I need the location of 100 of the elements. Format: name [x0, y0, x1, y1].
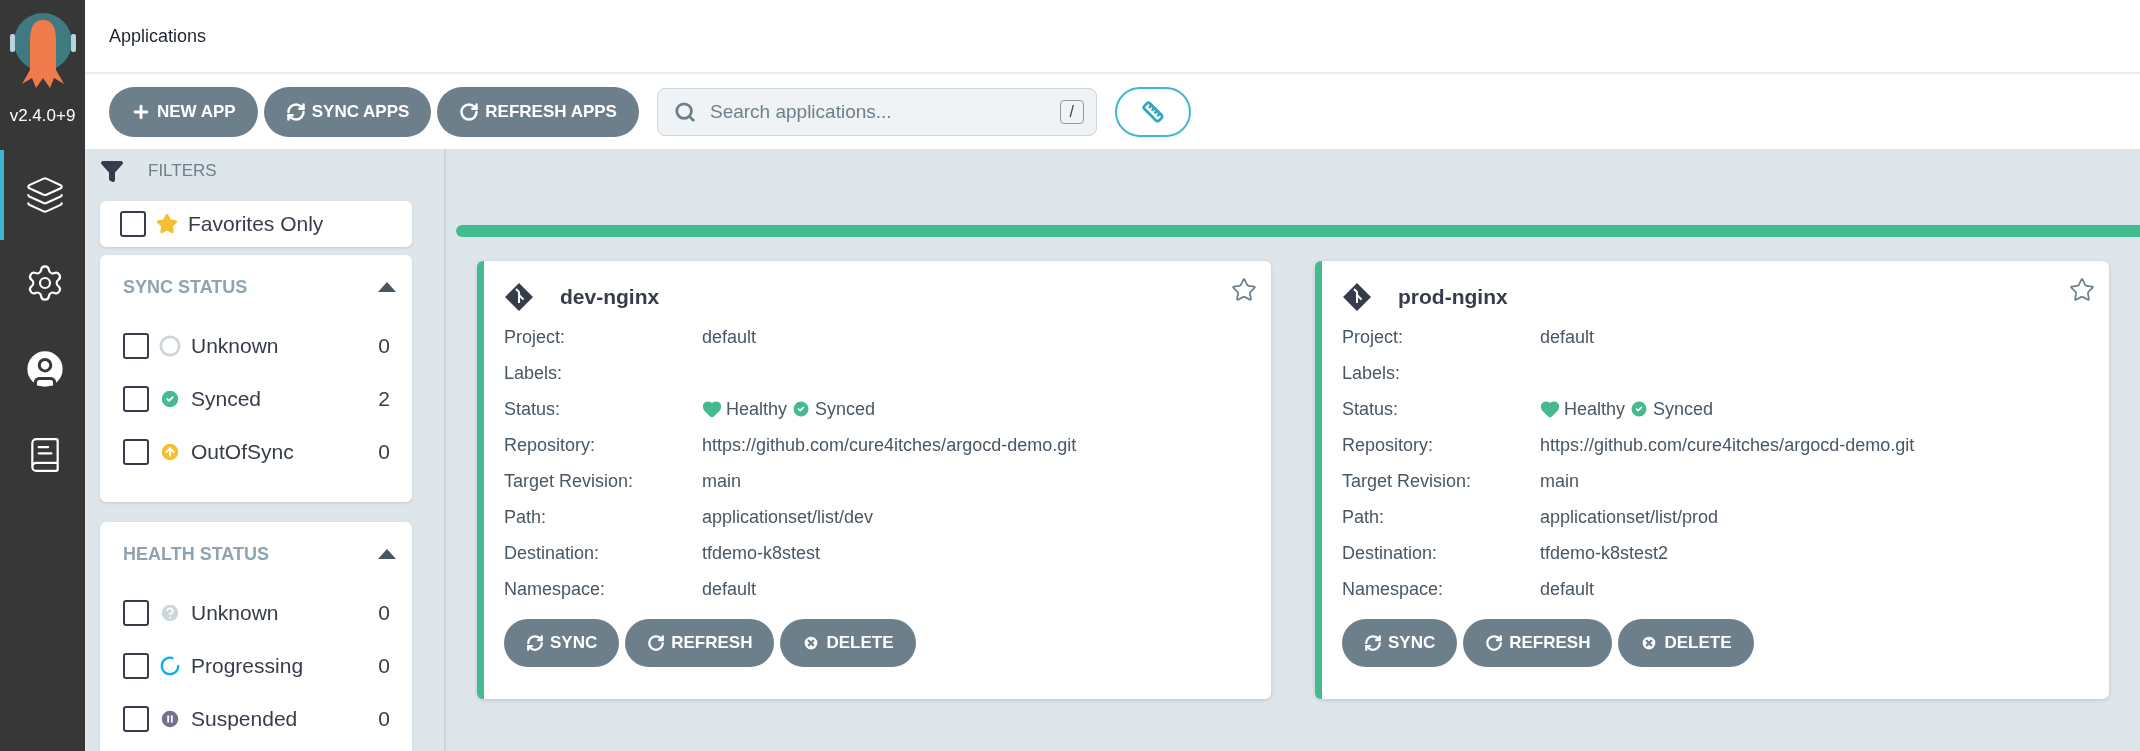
close-circle-icon: [1640, 634, 1659, 652]
collapse-caret-icon[interactable]: [378, 282, 396, 292]
field-value: default: [1540, 578, 1596, 600]
count-label: 0: [378, 439, 390, 464]
card-action-button[interactable]: SYNC: [504, 619, 620, 667]
field-label: Target Revision:: [1342, 470, 1473, 492]
heart-icon: [702, 399, 722, 419]
field-label: Target Revision:: [504, 470, 635, 492]
check-circle-icon: [159, 387, 181, 410]
toolbar-button[interactable]: SYNC APPS: [263, 86, 432, 137]
filters-heading: FILTERS: [148, 161, 217, 181]
app-card[interactable]: [477, 261, 1271, 699]
card-action-button[interactable]: DELETE: [780, 619, 916, 667]
checkbox[interactable]: [123, 705, 149, 732]
checkbox[interactable]: [123, 385, 149, 412]
card-action-button[interactable]: REFRESH: [1463, 619, 1613, 667]
field-label: Path:: [504, 506, 548, 528]
health-status: Healthy: [1564, 398, 1626, 420]
app-card[interactable]: [1315, 261, 2109, 699]
close-circle-icon: [802, 634, 821, 652]
ruler-icon: [1141, 100, 1164, 123]
count-label: 0: [378, 706, 390, 731]
search-box[interactable]: Search applications... /: [656, 87, 1097, 136]
count-label: 2: [378, 386, 390, 411]
count-label: 0: [378, 600, 390, 625]
checkbox[interactable]: [123, 332, 149, 359]
card-action-button[interactable]: SYNC: [1342, 619, 1458, 667]
toolbar-button[interactable]: NEW APP: [109, 86, 258, 137]
field-label: Destination:: [504, 542, 601, 564]
field-label: Path:: [1342, 506, 1386, 528]
search-field[interactable]: Search applications...: [707, 99, 1048, 124]
count-label: 0: [378, 333, 390, 358]
field-label: Namespace:: [504, 578, 607, 600]
field-value: default: [1540, 326, 1596, 348]
panel-heading: HEALTH STATUS: [123, 543, 269, 565]
checkbox-label: Progressing: [191, 653, 305, 678]
checkbox-label: Suspended: [191, 706, 299, 731]
field-value: tfdemo-k8stest: [702, 542, 822, 564]
field-label: Status:: [1342, 398, 1400, 420]
field-label: Project:: [1342, 326, 1405, 348]
field-value: default: [702, 326, 758, 348]
heart-icon: [1540, 399, 1560, 419]
field-value: main: [702, 470, 742, 492]
toolbar-button[interactable]: REFRESH APPS: [437, 86, 639, 137]
field-value: https://github.com/cure4itches/argocd-demo.git: [1540, 434, 1916, 456]
field-label: Status:: [504, 398, 562, 420]
app-name[interactable]: dev-nginx: [560, 285, 660, 309]
refresh-icon: [647, 634, 666, 652]
sync-icon: [1364, 634, 1382, 652]
field-value: applicationset/list/prod: [1540, 506, 1720, 528]
favorite-star-icon[interactable]: [1231, 277, 1257, 303]
arrow-up-circle-icon: [159, 440, 181, 463]
checkbox[interactable]: [123, 438, 149, 465]
sync-icon: [526, 634, 544, 652]
refresh-icon: [459, 101, 480, 122]
card-action-button[interactable]: REFRESH: [625, 619, 775, 667]
app-name[interactable]: prod-nginx: [1398, 285, 1508, 309]
check-circle-icon: [791, 399, 812, 419]
field-value: applicationset/list/dev: [702, 506, 875, 528]
field-label: Destination:: [1342, 542, 1439, 564]
health-status: Healthy: [726, 398, 788, 420]
checkbox-label: OutOfSync: [191, 439, 295, 464]
git-icon: [1342, 282, 1372, 312]
field-label: Namespace:: [1342, 578, 1445, 600]
checkbox[interactable]: [120, 211, 146, 237]
search-icon: [673, 100, 696, 123]
field-value: main: [1540, 470, 1580, 492]
field-label: Labels:: [1342, 362, 1402, 384]
checkbox[interactable]: [123, 652, 149, 679]
page-title: Applications: [109, 25, 207, 47]
sync-status: Synced: [1653, 398, 1714, 420]
git-icon: [504, 282, 534, 312]
sync-icon: [285, 101, 306, 122]
checkbox[interactable]: [123, 599, 149, 626]
collapse-caret-icon[interactable]: [378, 549, 396, 559]
unknown-status-icon: [159, 334, 181, 357]
field-label: Repository:: [504, 434, 597, 456]
checkbox-label: Synced: [191, 386, 263, 411]
shortcut-key: /: [1059, 99, 1084, 124]
refresh-icon: [1485, 634, 1504, 652]
checkbox-label: Unknown: [191, 333, 280, 358]
field-value: default: [702, 578, 758, 600]
question-circle-icon: [159, 601, 181, 624]
view-toggle-button[interactable]: [1114, 86, 1191, 137]
field-label: Repository:: [1342, 434, 1435, 456]
card-action-button[interactable]: DELETE: [1618, 619, 1754, 667]
field-label: Labels:: [504, 362, 564, 384]
sync-status: Synced: [815, 398, 876, 420]
field-value: https://github.com/cure4itches/argocd-demo.git: [702, 434, 1078, 456]
checkbox-label: Unknown: [191, 600, 280, 625]
field-value: tfdemo-k8stest2: [1540, 542, 1670, 564]
check-circle-icon: [1629, 399, 1650, 419]
panel-heading: SYNC STATUS: [123, 276, 248, 298]
filter-icon: [100, 159, 124, 183]
pause-circle-icon: [159, 707, 181, 730]
star-icon: [156, 213, 178, 235]
favorite-star-icon[interactable]: [2069, 277, 2095, 303]
count-label: 0: [378, 653, 390, 678]
checkbox-label: Favorites Only: [188, 212, 325, 236]
version-label: v2.4.0+9: [9, 106, 76, 126]
